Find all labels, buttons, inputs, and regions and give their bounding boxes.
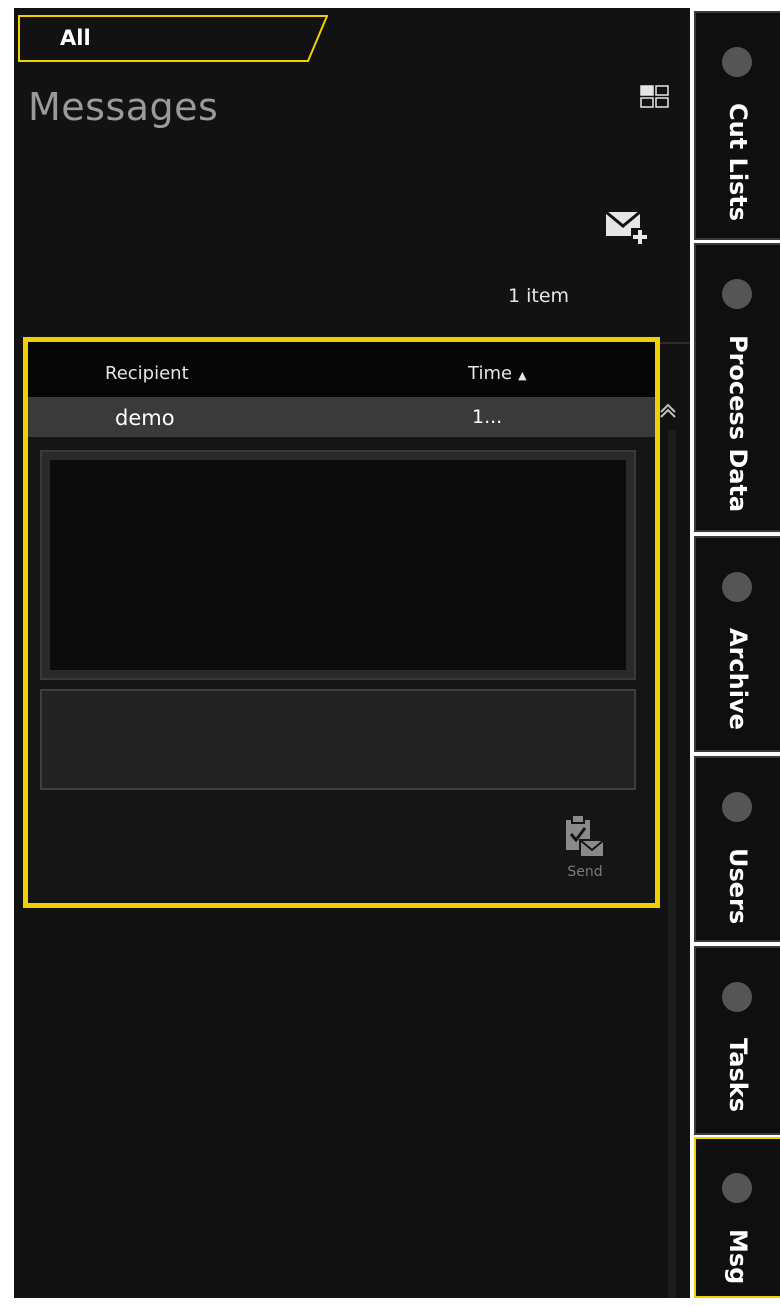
app-window: All Messages 1 item Recipient Time ▲ demo: [0, 0, 780, 1306]
tab-label: Users: [724, 848, 752, 925]
grid-view-icon[interactable]: [640, 85, 670, 109]
message-body-content: [50, 460, 626, 670]
filter-tab-label: All: [60, 26, 91, 50]
row-recipient: demo: [115, 406, 175, 430]
table-row[interactable]: demo 1...: [28, 397, 655, 437]
status-dot-icon: [722, 279, 752, 309]
status-dot-icon: [722, 1173, 752, 1203]
message-list-panel: Recipient Time ▲ demo 1... Send: [23, 337, 660, 908]
sort-ascending-icon: ▲: [518, 369, 527, 382]
tab-users[interactable]: Users: [694, 756, 780, 942]
column-header-time-label: Time: [468, 363, 513, 384]
item-count: 1 item: [508, 285, 570, 307]
tab-label: Archive: [724, 628, 752, 730]
row-time: 1...: [472, 406, 503, 428]
tab-tasks[interactable]: Tasks: [694, 946, 780, 1135]
tab-archive[interactable]: Archive: [694, 536, 780, 752]
status-dot-icon: [722, 47, 752, 77]
status-dot-icon: [722, 982, 752, 1012]
scrollbar-track[interactable]: [668, 430, 676, 1298]
tab-label: Tasks: [724, 1038, 752, 1113]
tab-label: Cut Lists: [724, 103, 752, 222]
send-button[interactable]: Send: [555, 812, 615, 884]
compose-input[interactable]: [40, 689, 636, 790]
tab-cut-lists[interactable]: Cut Lists: [694, 11, 780, 240]
tab-label: Process Data: [724, 335, 752, 513]
separator-line: [660, 342, 690, 344]
column-header-recipient[interactable]: Recipient: [105, 363, 189, 384]
tab-label: Msg: [724, 1229, 752, 1285]
send-button-label: Send: [567, 864, 603, 880]
status-dot-icon: [722, 792, 752, 822]
tab-process-data[interactable]: Process Data: [694, 243, 780, 532]
send-icon: [566, 814, 605, 858]
filter-tab-all[interactable]: All: [18, 15, 328, 62]
message-body-view: [40, 450, 636, 680]
new-message-icon[interactable]: [605, 208, 651, 248]
column-header-time[interactable]: Time ▲: [468, 363, 527, 384]
scroll-up-icon[interactable]: [658, 400, 678, 420]
status-dot-icon: [722, 572, 752, 602]
list-header: Recipient Time ▲: [28, 342, 655, 397]
tab-msg[interactable]: Msg: [694, 1137, 780, 1298]
page-title: Messages: [28, 85, 219, 129]
